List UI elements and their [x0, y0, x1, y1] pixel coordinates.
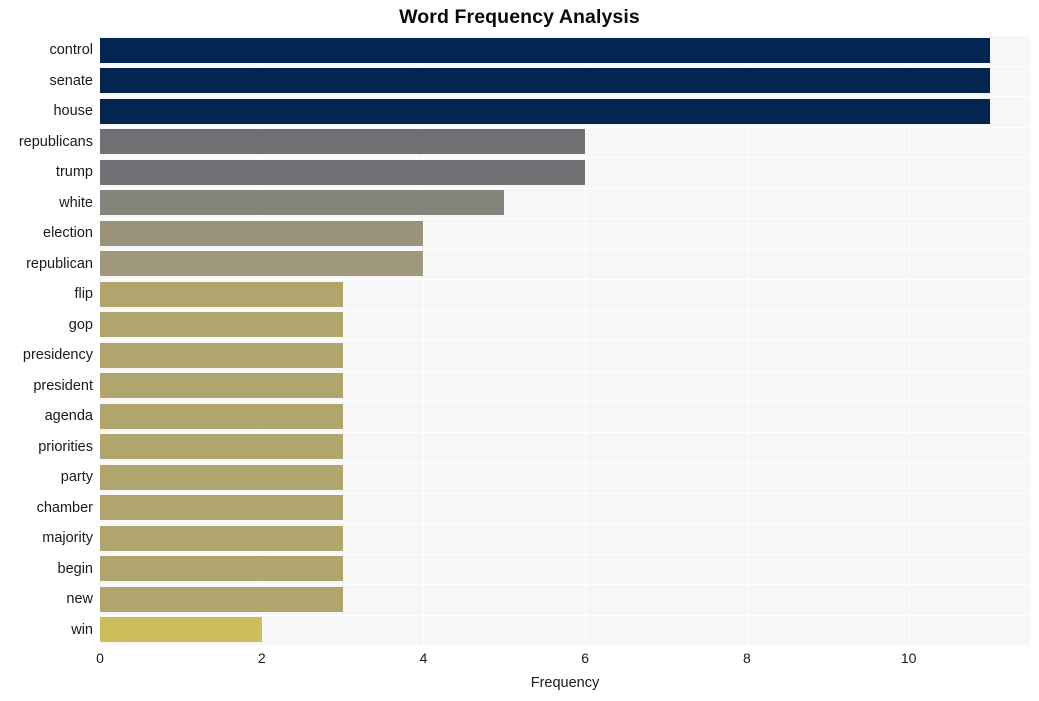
bar-senate [100, 68, 990, 94]
gridline-horizontal [100, 340, 1030, 341]
bar-begin [100, 556, 343, 582]
gridline-horizontal [100, 157, 1030, 158]
bar-house [100, 98, 990, 124]
bar-president [100, 373, 343, 399]
bar-priorities [100, 434, 343, 460]
y-tick-label-win: win [71, 621, 93, 638]
y-tick-label-senate: senate [49, 72, 93, 89]
y-tick-label-white: white [59, 194, 93, 211]
y-tick-label-gop: gop [68, 316, 93, 333]
x-tick-label-0: 0 [96, 650, 104, 666]
gridline-horizontal [100, 523, 1030, 524]
gridline-horizontal [100, 401, 1030, 402]
y-tick-label-agenda: agenda [44, 408, 93, 425]
gridline-horizontal [100, 371, 1030, 372]
gridline-horizontal [100, 188, 1030, 189]
bar-election [100, 220, 424, 246]
bar-presidency [100, 342, 343, 368]
y-tick-label-new: new [66, 591, 93, 608]
bar-gop [100, 312, 343, 338]
bar-republicans [100, 129, 586, 155]
bar-new [100, 586, 343, 612]
gridline-horizontal [100, 310, 1030, 311]
gridline-horizontal [100, 127, 1030, 128]
x-tick-label-10: 10 [900, 650, 917, 666]
gridline-horizontal [100, 493, 1030, 494]
y-tick-label-republicans: republicans [18, 133, 93, 150]
bar-party [100, 464, 343, 490]
gridline-horizontal [100, 218, 1030, 219]
word-frequency-chart-figure: Word Frequency Analysis control senate hou… [0, 0, 1039, 701]
x-tick-label-6: 6 [581, 650, 590, 666]
bar-win [100, 617, 262, 643]
y-tick-label-election: election [43, 225, 93, 242]
y-tick-label-control: control [49, 42, 93, 59]
gridline-horizontal [100, 249, 1030, 250]
gridline-horizontal [100, 35, 1030, 36]
plot-area [100, 35, 1030, 645]
gridline-horizontal [100, 554, 1030, 555]
bar-republican [100, 251, 424, 277]
y-tick-label-flip: flip [74, 286, 93, 303]
y-tick-label-chamber: chamber [36, 499, 93, 516]
bar-chamber [100, 495, 343, 521]
y-tick-label-trump: trump [55, 164, 93, 181]
x-tick-label-8: 8 [743, 650, 751, 666]
gridline-horizontal [100, 615, 1030, 616]
bar-white [100, 190, 505, 216]
y-tick-label-president: president [33, 377, 93, 394]
y-tick-label-republican: republican [26, 255, 93, 272]
x-axis-title: Frequency [530, 675, 600, 691]
y-tick-label-priorities: priorities [38, 438, 93, 455]
bar-agenda [100, 403, 343, 429]
bar-majority [100, 525, 343, 551]
gridline-horizontal [100, 66, 1030, 67]
y-tick-label-begin: begin [57, 560, 93, 577]
y-tick-label-party: party [60, 469, 93, 486]
page-title: Word Frequency Analysis [399, 6, 640, 28]
x-tick-label-4: 4 [419, 650, 428, 666]
gridline-horizontal [100, 432, 1030, 433]
bar-flip [100, 281, 343, 307]
gridline-horizontal [100, 584, 1030, 585]
gridline-horizontal [100, 462, 1030, 463]
y-tick-label-presidency: presidency [22, 347, 93, 364]
bar-control [100, 37, 990, 63]
gridline-horizontal [100, 96, 1030, 97]
y-tick-label-majority: majority [42, 530, 93, 547]
gridline-horizontal [100, 279, 1030, 280]
y-tick-label-house: house [53, 103, 93, 120]
x-tick-label-2: 2 [257, 650, 266, 666]
bar-trump [100, 159, 586, 185]
